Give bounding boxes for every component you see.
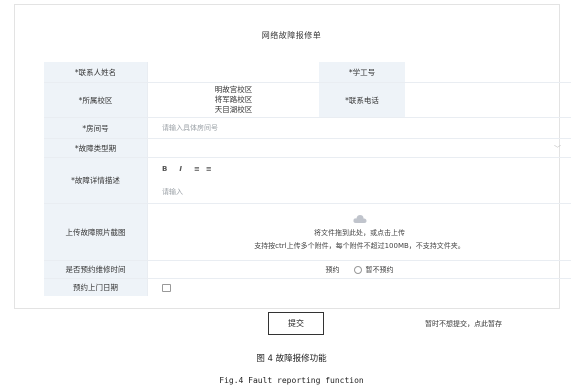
editor-toolbar: B I ≡ ≡	[162, 165, 212, 173]
desc-editor[interactable]: B I ≡ ≡ 请输入	[148, 158, 571, 203]
row-campus: *所属校区 明故宫校区 将军路校区 天目湖校区 *联系电话	[44, 83, 571, 118]
upload-label: 上传故障照片截图	[44, 204, 148, 260]
campus-option[interactable]: 将军路校区	[215, 95, 253, 105]
room-placeholder: 请输入具体房间号	[162, 124, 218, 132]
upload-note: 支持按ctrl上传多个附件，每个附件不超过100MB，不支持文件夹。	[254, 241, 465, 250]
form-title: 网络故障报修单	[261, 31, 322, 40]
row-reserve: 是否预约维修时间 预约 暂不预约	[44, 261, 571, 279]
repair-form: *联系人姓名 *学工号 *所属校区 明故宫校区 将军路校区 天目湖校区 *联系电…	[44, 62, 571, 296]
chevron-down-icon[interactable]: ﹀	[554, 144, 561, 154]
type-label: *故障类型期	[44, 139, 148, 157]
reserve-label: 是否预约维修时间	[44, 261, 148, 278]
phone-input[interactable]	[405, 83, 571, 117]
room-input[interactable]: 请输入具体房间号	[148, 118, 571, 138]
italic-icon[interactable]: I	[179, 165, 182, 173]
figure-caption-en: Fig.4 Fault reporting function	[219, 376, 364, 385]
reserve-radios: 预约 暂不预约	[148, 261, 571, 278]
calendar-icon	[162, 283, 171, 292]
date-label: 预约上门日期	[44, 279, 148, 296]
id-label: *学工号	[319, 62, 405, 82]
bold-icon[interactable]: B	[162, 165, 167, 173]
campus-label: *所属校区	[44, 83, 148, 117]
no-reserve-radio[interactable]: 暂不预约	[353, 265, 394, 275]
room-label: *房间号	[44, 118, 148, 138]
desc-placeholder: 请输入	[162, 187, 183, 196]
row-desc: *故障详情描述 B I ≡ ≡ 请输入	[44, 158, 571, 204]
row-type: *故障类型期 ﹀	[44, 139, 571, 158]
save-draft-link[interactable]: 暂时不想提交，点此暂存	[425, 319, 502, 329]
phone-label: *联系电话	[319, 83, 405, 117]
row-date: 预约上门日期	[44, 279, 571, 296]
submit-button[interactable]: 提交	[268, 312, 324, 335]
upload-dropzone[interactable]: 将文件拖到此处，或点击上传 支持按ctrl上传多个附件，每个附件不超过100MB…	[148, 204, 571, 260]
campus-option[interactable]: 明故宫校区	[215, 85, 253, 95]
id-input[interactable]	[405, 62, 571, 82]
upload-hint: 将文件拖到此处，或点击上传	[314, 228, 405, 237]
desc-label: *故障详情描述	[44, 158, 148, 203]
cloud-upload-icon	[352, 214, 366, 223]
campus-option[interactable]: 天目湖校区	[215, 105, 253, 115]
type-select[interactable]: ﹀	[148, 139, 571, 157]
contact-input[interactable]	[148, 62, 319, 82]
figure-caption-cn: 图 4 故障报修功能	[256, 354, 327, 364]
reserve-radio[interactable]: 预约	[326, 265, 340, 275]
row-upload: 上传故障照片截图 将文件拖到此处，或点击上传 支持按ctrl上传多个附件，每个附…	[44, 204, 571, 261]
date-picker[interactable]	[148, 279, 571, 296]
contact-label: *联系人姓名	[44, 62, 148, 82]
radio-circle-icon	[353, 265, 362, 274]
bullet-list-icon[interactable]: ≡	[206, 165, 212, 173]
row-contact: *联系人姓名 *学工号	[44, 62, 571, 83]
row-room: *房间号 请输入具体房间号	[44, 118, 571, 139]
ordered-list-icon[interactable]: ≡	[194, 165, 200, 173]
campus-options[interactable]: 明故宫校区 将军路校区 天目湖校区	[148, 83, 319, 117]
